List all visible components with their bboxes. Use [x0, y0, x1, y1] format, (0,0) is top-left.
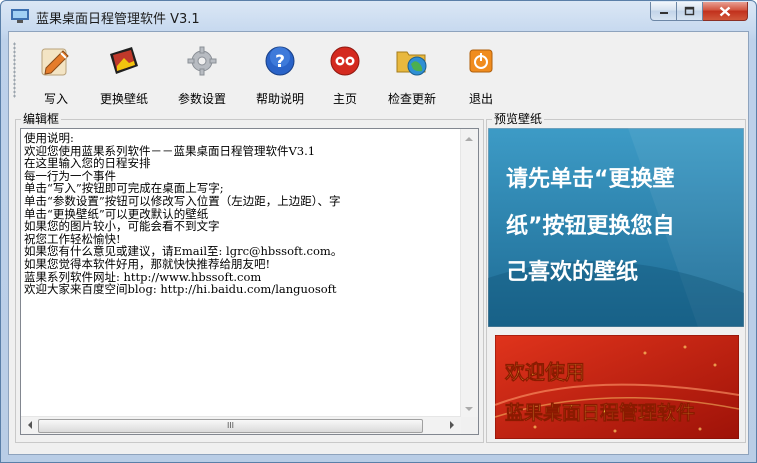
welcome-banner-image: 欢迎使用 蓝果桌面日程管理软件	[495, 335, 739, 439]
preview-group-label: 预览壁纸	[492, 112, 545, 126]
title-bar[interactable]: 蓝果桌面日程管理软件 V3.1	[1, 1, 756, 31]
preview-group: 预览壁纸 请先单击“更换壁 纸”按钮更换您自 己喜欢的壁纸 欢迎使用 蓝果桌面日…	[486, 112, 746, 443]
help-label: 帮助说明	[255, 92, 304, 106]
scroll-up-icon[interactable]	[465, 133, 473, 141]
close-icon	[719, 6, 731, 16]
exit-icon	[469, 49, 493, 73]
scroll-down-icon[interactable]	[465, 407, 473, 415]
vertical-scrollbar[interactable]	[460, 129, 478, 417]
write-label: 写入	[43, 92, 68, 106]
editor-group: 编辑框 使用说明: 欢迎您使用蓝果系列软件－－蓝果桌面日程管理软件V3.1 在这…	[15, 112, 484, 443]
scroll-corner	[461, 417, 478, 434]
write-button[interactable]: 写入	[27, 36, 85, 106]
minimize-button[interactable]	[650, 2, 677, 21]
change-wallpaper-label: 更换壁纸	[99, 92, 148, 106]
maximize-button[interactable]	[677, 2, 703, 21]
banner-line-1: 欢迎使用	[504, 360, 585, 384]
client-area: 写入 更换壁纸 参数设置 ? 帮助说明 主页 检查更新 退出 编辑框 使用说明:…	[8, 31, 749, 455]
banner-line-2: 蓝果桌面日程管理软件	[505, 401, 695, 424]
check-update-label: 检查更新	[387, 92, 436, 106]
toolbar: 写入 更换壁纸 参数设置 ? 帮助说明 主页 检查更新 退出	[9, 32, 748, 106]
editor-textarea[interactable]: 使用说明: 欢迎您使用蓝果系列软件－－蓝果桌面日程管理软件V3.1 在这里输入您…	[20, 128, 479, 435]
editor-content[interactable]: 使用说明: 欢迎您使用蓝果系列软件－－蓝果桌面日程管理软件V3.1 在这里输入您…	[24, 132, 454, 402]
scroll-left-icon[interactable]	[24, 421, 32, 429]
help-icon: ?	[265, 46, 295, 76]
horizontal-scroll-thumb[interactable]: III	[38, 419, 423, 433]
editor-group-label: 编辑框	[21, 112, 62, 126]
toolbar-grip[interactable]	[13, 42, 16, 98]
settings-button[interactable]: 参数设置	[169, 36, 235, 106]
horizontal-scrollbar[interactable]: III	[21, 416, 461, 434]
home-label: 主页	[332, 92, 357, 106]
app-icon	[11, 9, 29, 23]
exit-button[interactable]: 退出	[461, 36, 501, 106]
help-button[interactable]: ? 帮助说明	[247, 36, 313, 106]
check-update-button[interactable]: 检查更新	[379, 36, 445, 106]
preview-message-line-1: 请先单击“更换壁	[506, 166, 674, 192]
settings-label: 参数设置	[177, 92, 226, 106]
app-window: 蓝果桌面日程管理软件 V3.1 写入 更换壁纸 参数设置 ? 帮助说明 主页 检…	[0, 0, 757, 463]
close-button[interactable]	[703, 2, 748, 21]
write-icon	[41, 48, 69, 76]
home-icon	[330, 46, 360, 76]
window-title: 蓝果桌面日程管理软件 V3.1	[36, 12, 200, 27]
home-button[interactable]: 主页	[325, 36, 365, 106]
update-icon	[396, 51, 427, 76]
maximize-icon	[684, 6, 695, 16]
change-wallpaper-button[interactable]: 更换壁纸	[87, 36, 161, 106]
preview-message-line-3: 己喜欢的壁纸	[506, 259, 638, 285]
wallpaper-icon	[110, 47, 138, 74]
svg-text:?: ?	[275, 52, 285, 72]
minimize-icon	[659, 12, 668, 14]
exit-label: 退出	[468, 92, 493, 106]
scroll-right-icon[interactable]	[450, 421, 458, 429]
preview-wallpaper-image: 请先单击“更换壁 纸”按钮更换您自 己喜欢的壁纸	[488, 128, 744, 327]
settings-gear-icon	[187, 46, 217, 76]
preview-message-line-2: 纸”按钮更换您自	[506, 213, 674, 239]
